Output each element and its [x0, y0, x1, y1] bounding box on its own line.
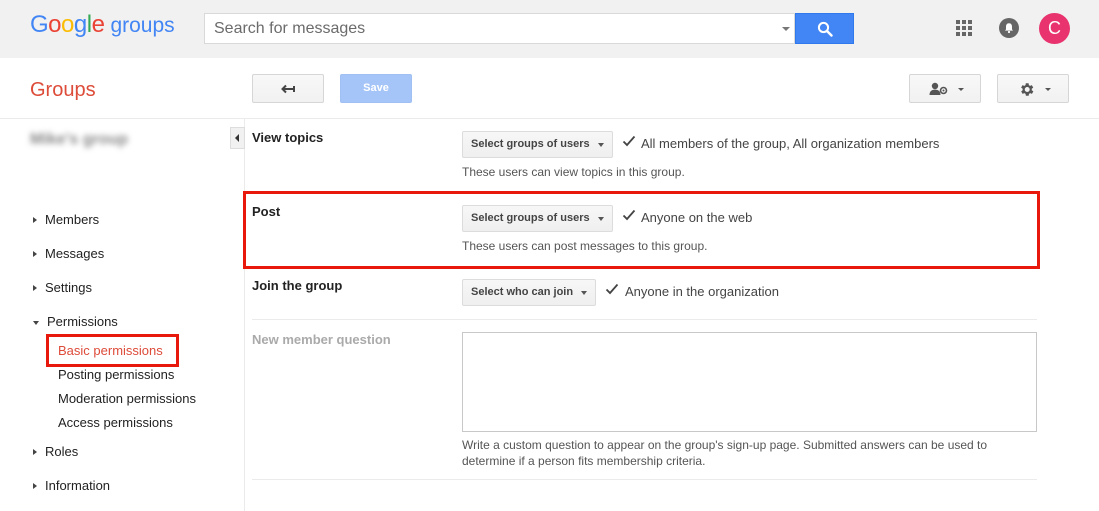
expand-arrow-icon: [33, 449, 37, 455]
chevron-down-icon: [581, 291, 587, 295]
top-bar: Googlegroups C: [0, 0, 1099, 58]
gear-icon: [1021, 83, 1034, 96]
sidebar-item-posting-permissions[interactable]: Posting permissions: [58, 367, 174, 382]
new-member-question-description: Write a custom question to appear on the…: [462, 438, 988, 468]
view-topics-value: All members of the group, All organizati…: [641, 136, 940, 151]
new-member-question-textarea[interactable]: [462, 332, 1037, 432]
sidebar-item-messages[interactable]: Messages: [33, 246, 104, 261]
bell-icon[interactable]: [999, 18, 1019, 38]
settings-button[interactable]: [997, 74, 1069, 103]
view-topics-help: These users can view topics in this grou…: [462, 165, 685, 179]
view-topics-label: View topics: [252, 130, 324, 145]
join-group-select[interactable]: Select who can join: [462, 279, 596, 306]
view-topics-select[interactable]: Select groups of users: [462, 131, 613, 158]
join-group-label: Join the group: [252, 278, 343, 293]
avatar[interactable]: C: [1039, 13, 1070, 44]
sidebar-item-information[interactable]: Information: [33, 478, 110, 493]
apps-grid-icon[interactable]: [956, 20, 972, 36]
checkmark-icon: [622, 135, 636, 147]
product-name: groups: [110, 14, 175, 37]
back-arrow-icon: [281, 84, 295, 94]
sidebar-item-members[interactable]: Members: [33, 212, 99, 227]
highlight-box: [46, 334, 179, 367]
expand-arrow-icon: [33, 217, 37, 223]
collapse-sidebar-button[interactable]: [230, 127, 245, 149]
search-box: [204, 13, 795, 44]
sidebar-item-access-permissions[interactable]: Access permissions: [58, 415, 173, 430]
new-member-question-label: New member question: [252, 332, 391, 347]
chevron-down-icon: [1045, 88, 1051, 91]
manage-members-button[interactable]: [909, 74, 981, 103]
search-input[interactable]: [205, 14, 775, 43]
highlight-box: [243, 191, 1040, 269]
add-member-icon: [929, 82, 948, 95]
expand-arrow-icon: [33, 483, 37, 489]
search-options-dropdown[interactable]: [782, 27, 790, 31]
sidebar-item-roles[interactable]: Roles: [33, 444, 78, 459]
expand-arrow-icon: [33, 251, 37, 257]
join-group-value: Anyone in the organization: [625, 284, 779, 299]
search-button[interactable]: [795, 13, 854, 44]
checkmark-icon: [605, 283, 619, 295]
sidebar-item-moderation-permissions[interactable]: Moderation permissions: [58, 391, 196, 406]
back-button[interactable]: [252, 74, 324, 103]
chevron-down-icon: [958, 88, 964, 91]
sidebar-item-settings[interactable]: Settings: [33, 280, 92, 295]
search-icon: [817, 21, 833, 37]
group-name[interactable]: Mike's group: [30, 131, 128, 149]
sidebar-item-permissions[interactable]: Permissions: [33, 314, 118, 329]
row-divider: [252, 479, 1037, 480]
google-groups-logo[interactable]: Google groups: [30, 11, 175, 39]
row-divider: [252, 319, 1037, 320]
chevron-down-icon: [598, 143, 604, 147]
collapse-arrow-icon: [33, 321, 39, 325]
save-button[interactable]: Save: [340, 74, 412, 103]
expand-arrow-icon: [33, 285, 37, 291]
section-title[interactable]: Groups: [30, 79, 96, 102]
